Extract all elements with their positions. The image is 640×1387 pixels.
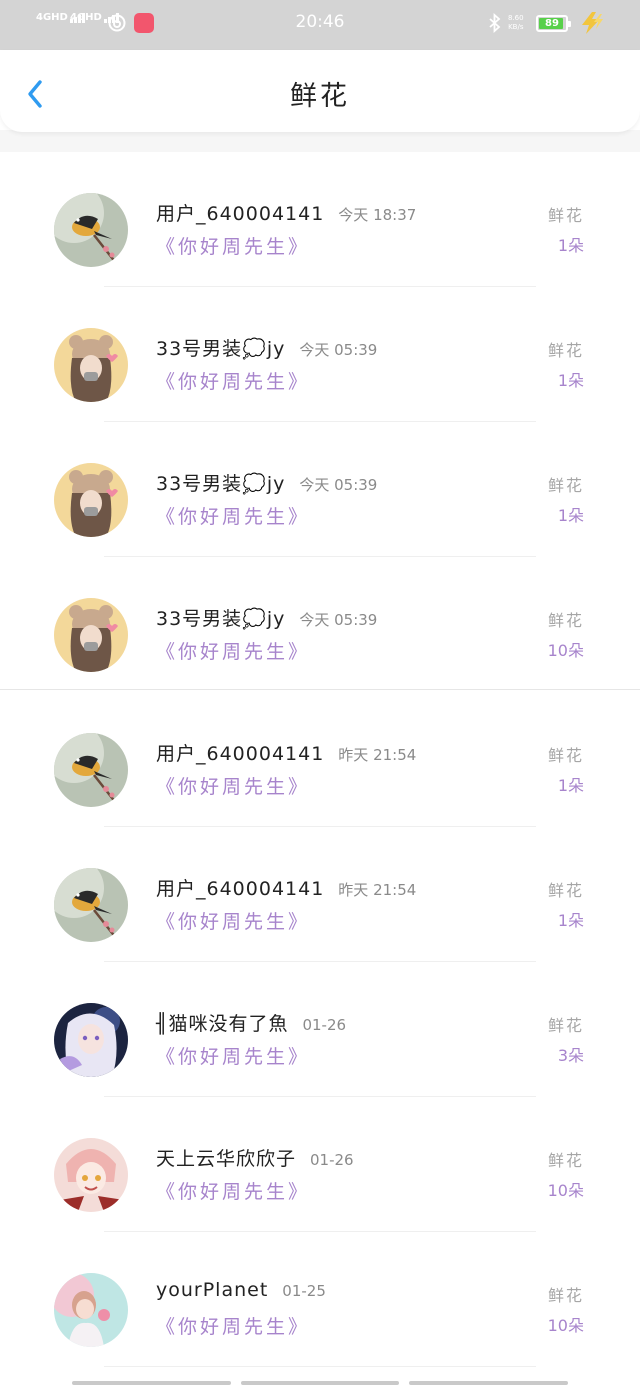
gift-type: 鲜花 bbox=[547, 1016, 584, 1035]
gift-time: 今天 05:39 bbox=[299, 611, 378, 629]
page-title: 鲜花 bbox=[290, 81, 350, 112]
gift-time: 今天 05:39 bbox=[299, 476, 378, 494]
list-item[interactable]: 用户_640004141 昨天 21:54 《你好周先生》 鲜花 1朵 bbox=[0, 827, 640, 962]
gift-count: 1朵 bbox=[557, 911, 584, 930]
gift-type: 鲜花 bbox=[547, 746, 584, 765]
divider bbox=[104, 1366, 536, 1367]
gift-count: 10朵 bbox=[547, 1316, 584, 1335]
anime-boy-avatar[interactable] bbox=[54, 1138, 128, 1212]
gift-count: 3朵 bbox=[557, 1046, 584, 1065]
gift-count: 1朵 bbox=[557, 236, 584, 255]
list-item[interactable]: 用户_640004141 今天 18:37 《你好周先生》 鲜花 1朵 bbox=[0, 152, 640, 287]
song-title[interactable]: 《你好周先生》 bbox=[156, 1042, 310, 1069]
sender-name: 用户_640004141 今天 18:37 bbox=[156, 203, 417, 225]
song-title[interactable]: 《你好周先生》 bbox=[156, 232, 310, 259]
flower-gift-list: 用户_640004141 今天 18:37 《你好周先生》 鲜花 1朵 33号男装… bbox=[0, 152, 640, 1367]
list-item[interactable]: 天上云华欣欣子 01-26 《你好周先生》 鲜花 10朵 bbox=[0, 1097, 640, 1232]
sender-name: 用户_640004141 昨天 21:54 bbox=[156, 743, 417, 765]
song-title[interactable]: 《你好周先生》 bbox=[156, 1312, 310, 1339]
gift-type: 鲜花 bbox=[547, 1286, 584, 1305]
bird-avatar[interactable] bbox=[54, 193, 128, 267]
network-speed: 8.60 KB/s bbox=[508, 14, 524, 32]
song-title[interactable]: 《你好周先生》 bbox=[156, 772, 310, 799]
sender-name: 天上云华欣欣子 01-26 bbox=[156, 1148, 354, 1170]
gift-count: 10朵 bbox=[547, 641, 584, 660]
gift-type: 鲜花 bbox=[547, 476, 584, 495]
battery-icon: 89 bbox=[536, 15, 571, 32]
gift-type: 鲜花 bbox=[547, 611, 584, 630]
list-item[interactable]: 33号男装💭jy 今天 05:39 《你好周先生》 鲜花 10朵 bbox=[0, 557, 640, 692]
sender-name: 33号男装💭jy 今天 05:39 bbox=[156, 608, 378, 630]
list-item[interactable]: 33号男装💭jy 今天 05:39 《你好周先生》 鲜花 1朵 bbox=[0, 422, 640, 557]
gift-time: 今天 05:39 bbox=[299, 341, 378, 359]
list-item[interactable]: 33号男装💭jy 今天 05:39 《你好周先生》 鲜花 1朵 bbox=[0, 287, 640, 422]
list-item[interactable]: ╢猫咪没有了魚 01-26 《你好周先生》 鲜花 3朵 bbox=[0, 962, 640, 1097]
section-divider bbox=[0, 689, 640, 690]
gift-count: 10朵 bbox=[547, 1181, 584, 1200]
gift-time: 01-26 bbox=[310, 1151, 354, 1169]
speed-value: 8.60 bbox=[508, 14, 524, 22]
sender-name: 33号男装💭jy 今天 05:39 bbox=[156, 338, 378, 360]
gift-time: 01-25 bbox=[282, 1282, 326, 1300]
sender-name: 用户_640004141 昨天 21:54 bbox=[156, 878, 417, 900]
gift-type: 鲜花 bbox=[547, 341, 584, 360]
song-title[interactable]: 《你好周先生》 bbox=[156, 502, 310, 529]
song-title[interactable]: 《你好周先生》 bbox=[156, 907, 310, 934]
gift-type: 鲜花 bbox=[547, 881, 584, 900]
status-bar: 4GHD 4GHD 20:46 8.60 KB/s 89 bbox=[0, 0, 640, 50]
pink-girl-avatar[interactable] bbox=[54, 1273, 128, 1347]
gift-type: 鲜花 bbox=[547, 206, 584, 225]
bird-avatar[interactable] bbox=[54, 733, 128, 807]
bear-girl-avatar[interactable] bbox=[54, 598, 128, 672]
song-title[interactable]: 《你好周先生》 bbox=[156, 367, 310, 394]
bear-girl-avatar[interactable] bbox=[54, 463, 128, 537]
sender-name: ╢猫咪没有了魚 01-26 bbox=[156, 1013, 347, 1035]
song-title[interactable]: 《你好周先生》 bbox=[156, 637, 310, 664]
sender-name: yourPlanet 01-25 bbox=[156, 1279, 326, 1301]
bluetooth-icon bbox=[489, 13, 501, 33]
battery-level: 89 bbox=[545, 18, 559, 29]
sender-name: 33号男装💭jy 今天 05:39 bbox=[156, 473, 378, 495]
speed-unit: KB/s bbox=[508, 23, 524, 31]
gift-type: 鲜花 bbox=[547, 1151, 584, 1170]
gift-count: 1朵 bbox=[557, 506, 584, 525]
gift-count: 1朵 bbox=[557, 776, 584, 795]
charging-icon bbox=[582, 12, 603, 34]
list-item[interactable]: yourPlanet 01-25 《你好周先生》 鲜花 10朵 bbox=[0, 1232, 640, 1367]
song-title[interactable]: 《你好周先生》 bbox=[156, 1177, 310, 1204]
gift-time: 今天 18:37 bbox=[338, 206, 417, 224]
anime-girl-avatar[interactable] bbox=[54, 1003, 128, 1077]
list-item[interactable]: 用户_640004141 昨天 21:54 《你好周先生》 鲜花 1朵 bbox=[0, 692, 640, 827]
bird-avatar[interactable] bbox=[54, 868, 128, 942]
gift-count: 1朵 bbox=[557, 371, 584, 390]
header-gap bbox=[0, 130, 640, 152]
bear-girl-avatar[interactable] bbox=[54, 328, 128, 402]
bottom-scroll-indicator bbox=[72, 1381, 568, 1385]
gift-time: 01-26 bbox=[302, 1016, 347, 1034]
gift-time: 昨天 21:54 bbox=[338, 746, 417, 764]
page-header: 鲜花 bbox=[0, 50, 640, 132]
gift-time: 昨天 21:54 bbox=[338, 881, 417, 899]
